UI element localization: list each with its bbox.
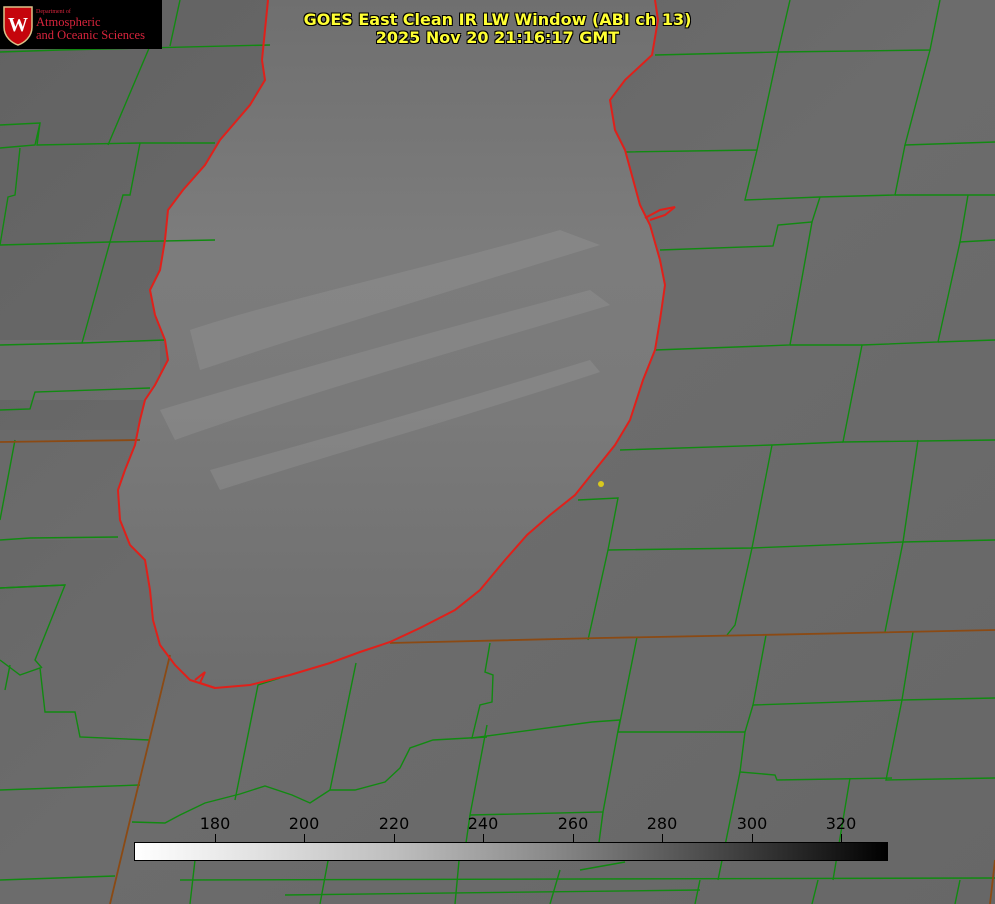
colorbar-tickmark (752, 834, 753, 842)
satellite-image-viewer: W Department of Atmospheric and Oceanic … (0, 0, 995, 904)
satellite-map[interactable] (0, 0, 995, 904)
colorbar-tick-label: 300 (736, 814, 768, 833)
colorbar-tick-label: 260 (557, 814, 589, 833)
colorbar-tick-label: 240 (467, 814, 499, 833)
colorbar-tickmark (215, 834, 216, 842)
colorbar-tickmark (573, 834, 574, 842)
colorbar-gradient (134, 842, 888, 861)
image-title: GOES East Clean IR LW Window (ABI ch 13)… (0, 11, 995, 47)
colorbar-tickmark (394, 834, 395, 842)
point-marker-icon[interactable] (598, 481, 604, 487)
colorbar-tickmark (304, 834, 305, 842)
colorbar-tick-label: 280 (646, 814, 678, 833)
colorbar-tickmark (662, 834, 663, 842)
colorbar-tick-label: 180 (199, 814, 231, 833)
colorbar-tick-label: 200 (288, 814, 320, 833)
colorbar-tickmark (841, 834, 842, 842)
colorbar-tick-label: 220 (378, 814, 410, 833)
colorbar-tick-label: 320 (825, 814, 857, 833)
title-line-2: 2025 Nov 20 21:16:17 GMT (375, 28, 620, 47)
title-line-1: GOES East Clean IR LW Window (ABI ch 13) (303, 10, 692, 29)
colorbar-tickmark (483, 834, 484, 842)
colorbar: 180 200 220 240 260 280 300 320 (134, 814, 888, 862)
